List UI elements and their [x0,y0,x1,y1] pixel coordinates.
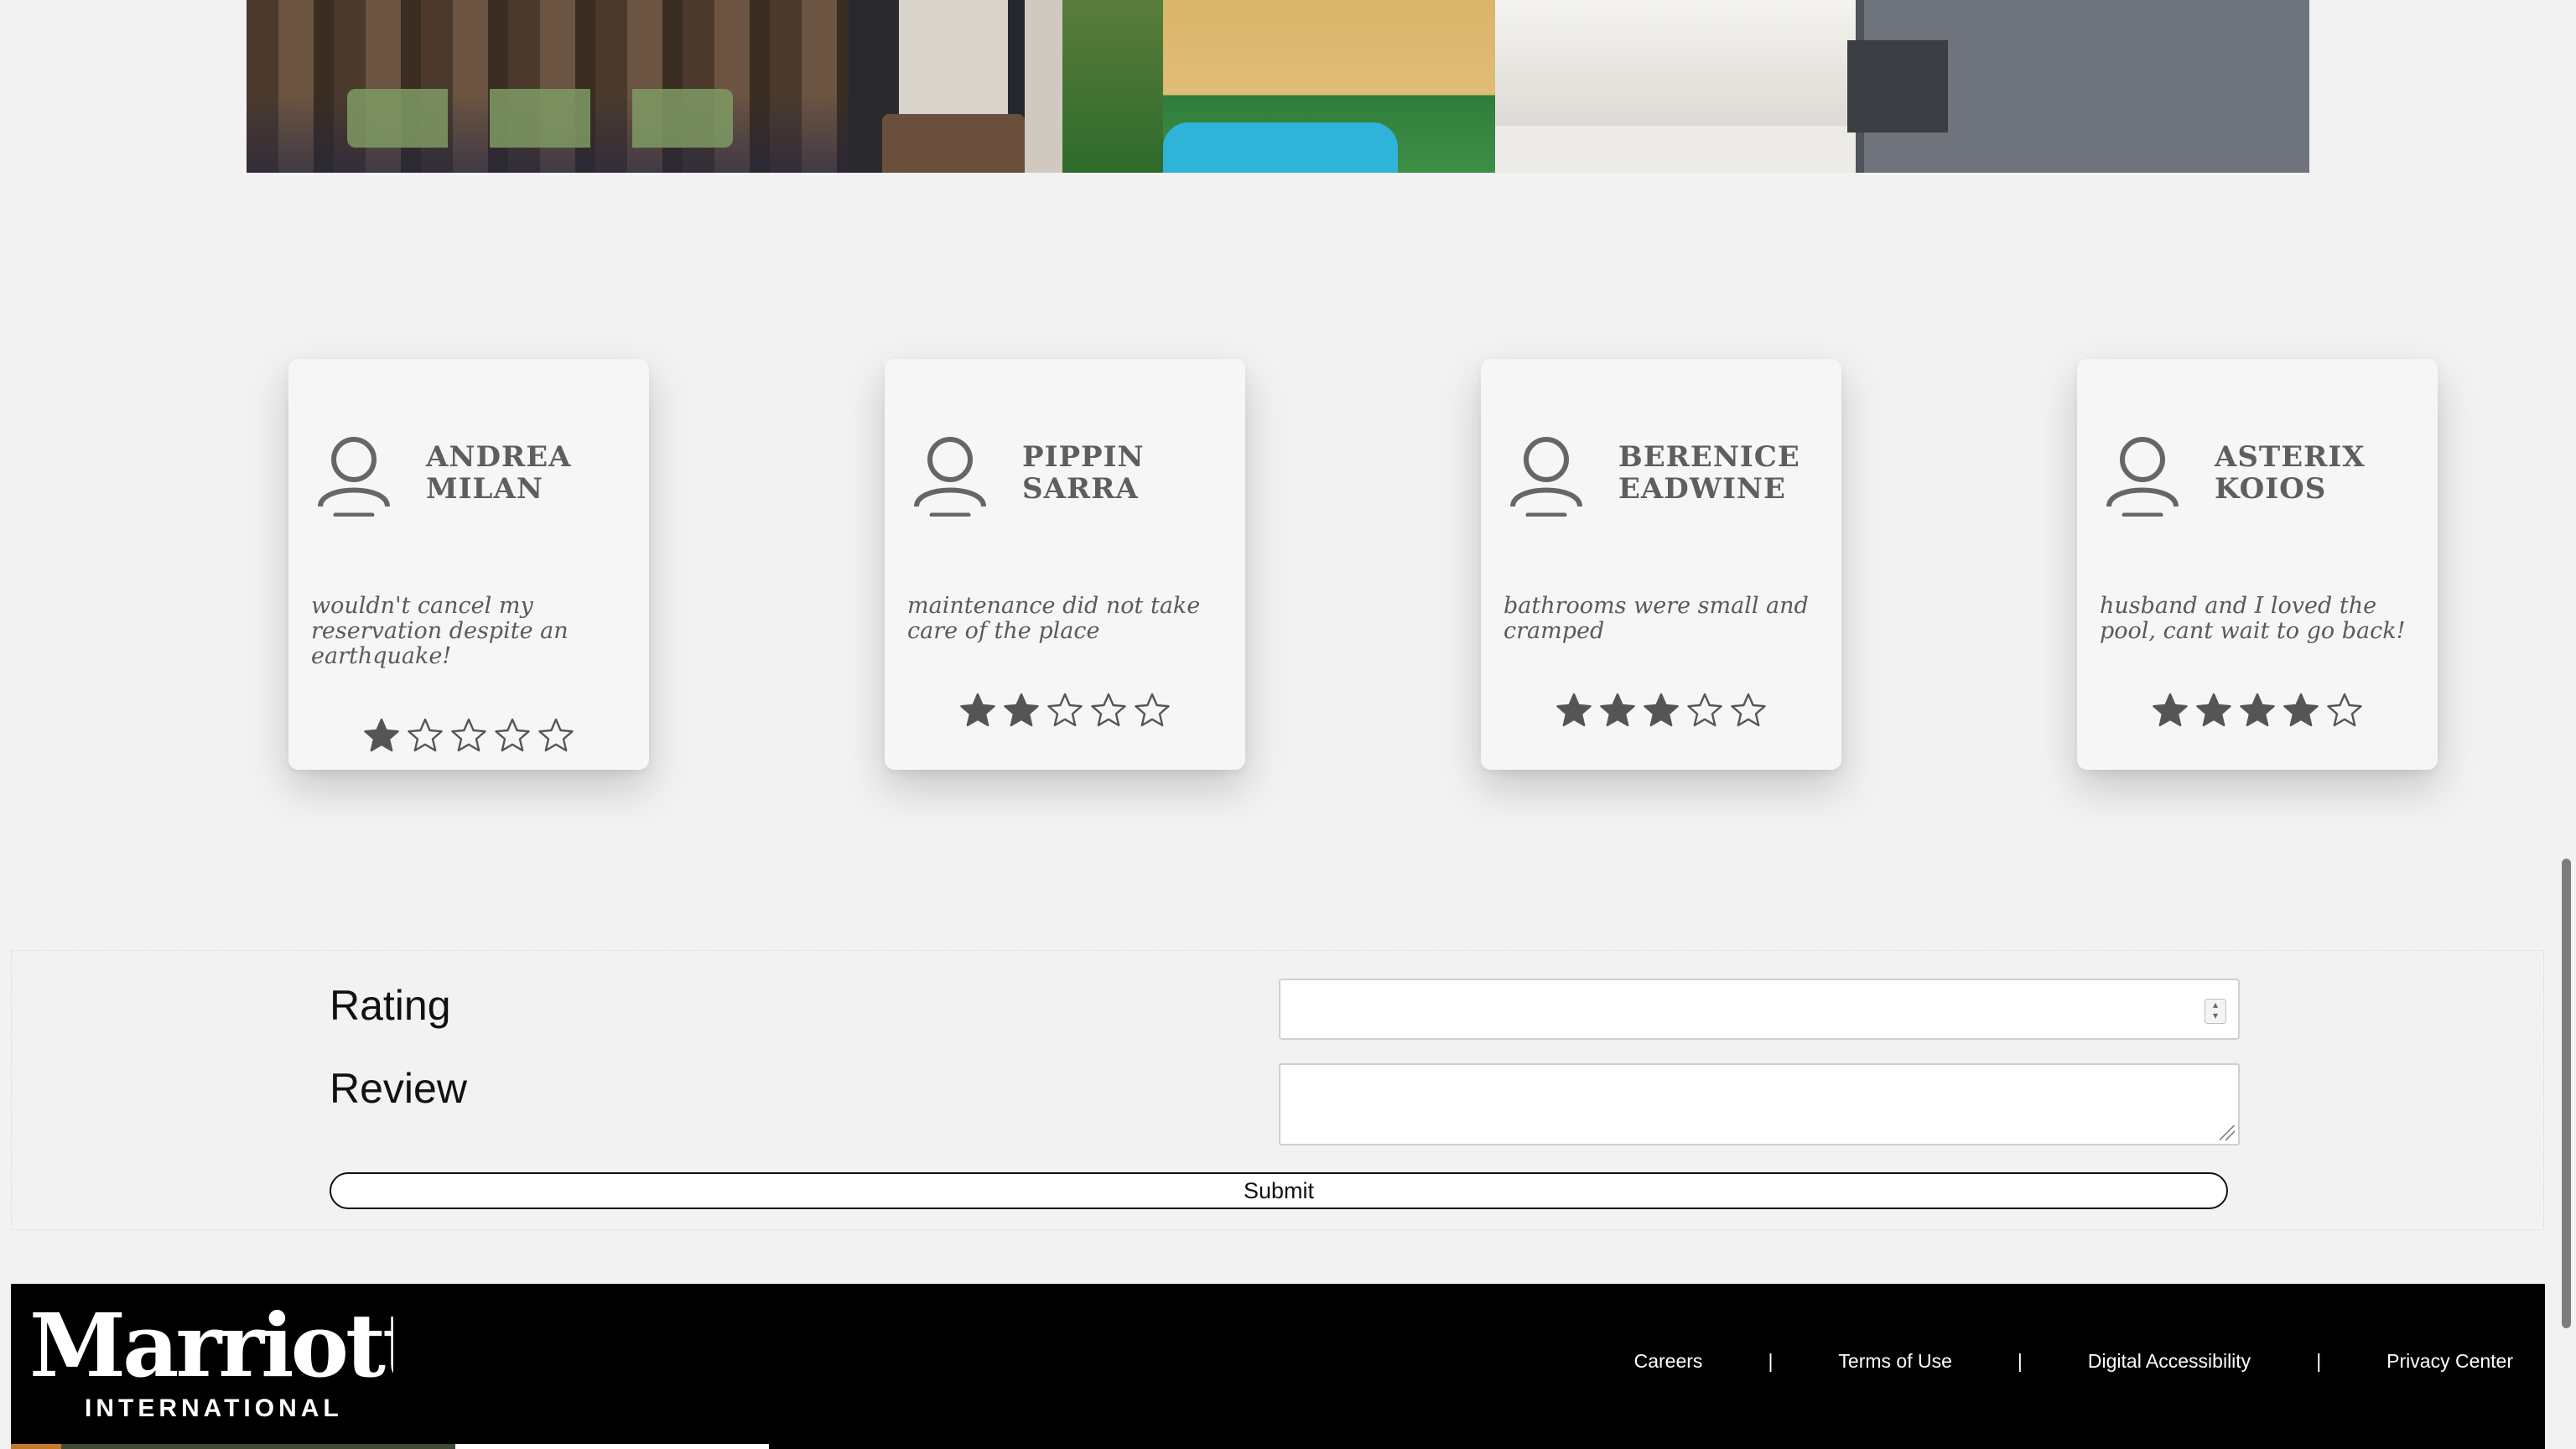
footer-nav: Careers | Terms of Use | Digital Accessi… [1634,1350,2513,1373]
star-filled-icon [2240,693,2275,727]
star-rating [1481,693,1841,728]
reviewer-first-name: PIPPIN [1022,440,1145,474]
star-rating [288,718,649,753]
star-outline-icon [495,718,530,752]
star-outline-icon [451,718,486,752]
logo-wordmark: Marriott [29,1294,393,1397]
reviewer-last-name: EADWINE [1618,472,1786,506]
footer-separator: | [2316,1350,2322,1372]
reviewer-name: PIPPIN SARRA [1022,441,1232,505]
user-avatar-icon [1510,437,1582,517]
rating-label: Rating [330,982,451,1029]
review-card: BERENICE EADWINE bathrooms were small an… [1481,359,1841,770]
star-filled-icon [1556,693,1592,727]
star-filled-icon [1600,693,1635,727]
star-outline-icon [2327,693,2362,727]
footer-image-strip [11,1444,769,1449]
star-outline-icon [1135,693,1170,727]
star-outline-icon [1091,693,1126,727]
review-form: Rating ▴ ▾ Review Submit [11,950,2544,1230]
gallery-photo-lobby [247,0,849,173]
footer-link-terms-of-use[interactable]: Terms of Use [1838,1350,1951,1373]
gallery-photo-room [1495,0,2309,173]
scrollbar-track[interactable] [2556,0,2576,1449]
review-textarea[interactable] [1279,1063,2240,1145]
footer-separator: | [1768,1350,1774,1372]
review-card: ANDREA MILAN wouldn't cancel my reservat… [288,359,649,770]
user-avatar-icon [318,437,390,517]
star-filled-icon [2283,693,2319,727]
star-rating [2077,693,2438,728]
star-outline-icon [1687,693,1722,727]
review-text: husband and I loved the pool, cant wait … [2100,593,2406,644]
reviewer-last-name: KOIOS [2215,472,2327,506]
star-rating [885,693,1245,728]
star-outline-icon [538,718,574,752]
star-filled-icon [1644,693,1679,727]
footer-link-careers[interactable]: Careers [1634,1350,1703,1373]
photo-gallery [247,0,2309,173]
reviewer-name: BERENICE EADWINE [1618,441,1828,505]
gallery-photo-pool [1062,0,1495,173]
star-filled-icon [2153,693,2188,727]
footer-link-privacy-center[interactable]: Privacy Center [2386,1350,2513,1373]
user-avatar-icon [2106,437,2179,517]
star-filled-icon [960,693,995,727]
user-avatar-icon [914,437,986,517]
reviewer-first-name: ASTERIX [2215,440,2366,474]
site-footer: Marriott INTERNATIONAL Careers | Terms o… [11,1284,2545,1449]
resize-handle-icon[interactable] [2220,1125,2235,1140]
reviewer-name: ANDREA MILAN [426,441,636,505]
review-card: PIPPIN SARRA maintenance did not take ca… [885,359,1245,770]
review-text: maintenance did not take care of the pla… [907,593,1201,644]
marriott-logo[interactable]: Marriott INTERNATIONAL [24,1294,393,1436]
scrollbar-thumb[interactable] [2562,859,2571,1328]
review-label: Review [330,1065,467,1112]
reviewer-last-name: SARRA [1022,472,1139,506]
rating-input[interactable]: ▴ ▾ [1279,979,2240,1040]
star-outline-icon [1731,693,1766,727]
star-filled-icon [2196,693,2231,727]
review-card: ASTERIX KOIOS husband and I loved the po… [2077,359,2438,770]
star-filled-icon [1004,693,1039,727]
review-text: wouldn't cancel my reservation despite a… [311,593,569,669]
number-spinner-icon[interactable]: ▴ ▾ [2205,999,2226,1024]
reviewer-last-name: MILAN [426,472,543,506]
gallery-photo-lounge [849,0,1062,173]
star-outline-icon [1047,693,1083,727]
reviewer-first-name: ANDREA [426,440,572,474]
review-text: bathrooms were small and cramped [1504,593,1809,644]
submit-button[interactable]: Submit [330,1172,2228,1209]
logo-subtitle: INTERNATIONAL [85,1394,343,1422]
footer-separator: | [2017,1350,2023,1372]
reviewer-name: ASTERIX KOIOS [2215,441,2424,505]
star-filled-icon [364,718,399,752]
footer-link-digital-accessibility[interactable]: Digital Accessibility [2088,1350,2251,1373]
star-outline-icon [408,718,443,752]
reviewer-first-name: BERENICE [1618,440,1800,474]
